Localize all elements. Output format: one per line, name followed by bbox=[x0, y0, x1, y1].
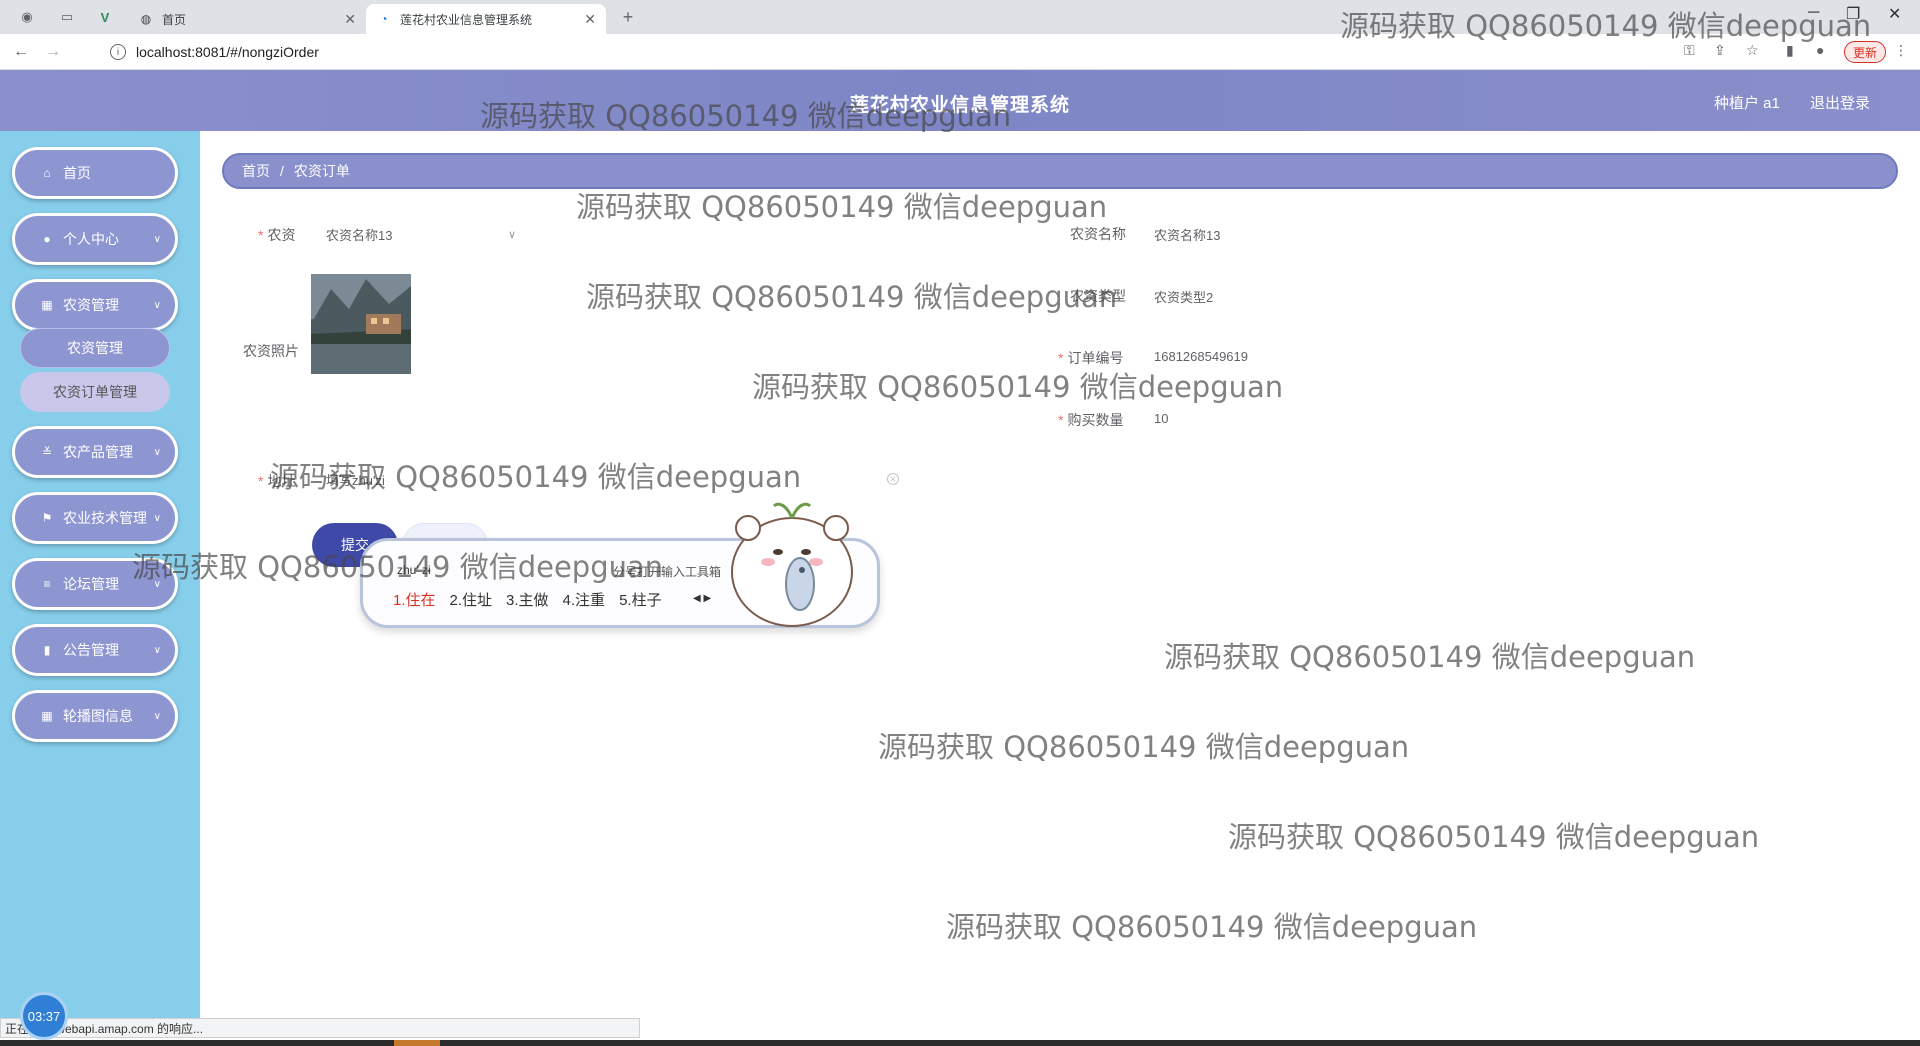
vue-tab-icon[interactable]: V bbox=[90, 6, 120, 28]
back-icon[interactable]: ← bbox=[10, 41, 32, 63]
globe-icon: ◍ bbox=[140, 12, 152, 26]
github-tab-icon[interactable]: ◉ bbox=[12, 6, 42, 28]
info-icon[interactable]: i bbox=[110, 44, 126, 60]
chevron-down-icon: ∨ bbox=[153, 512, 161, 524]
watermark: 源码获取 QQ86050149 微信deepguan bbox=[132, 550, 664, 584]
watermark: 源码获取 QQ86050149 微信deepguan bbox=[1340, 9, 1872, 43]
sidebar-item-nongzi[interactable]: ▦ 农资管理 ∨ bbox=[12, 279, 178, 331]
watermark: 源码获取 QQ86050149 微信deepguan bbox=[480, 99, 1012, 133]
name-label: 农资名称 bbox=[1070, 226, 1126, 242]
sidebar-item-product[interactable]: ≚ 农产品管理 ∨ bbox=[12, 426, 178, 478]
more-menu-icon[interactable]: ⋮ bbox=[1894, 42, 1908, 59]
submenu-nongzi-manage[interactable]: 农资管理 bbox=[20, 328, 170, 368]
nongzi-select[interactable]: 农资名称13 ∨ bbox=[316, 218, 522, 250]
tab-active[interactable]: ◔ 莲花村农业信息管理系统 ✕ bbox=[366, 4, 606, 34]
app-favicon-icon: ◔ bbox=[380, 12, 388, 26]
clear-icon[interactable]: ✕ bbox=[887, 473, 899, 485]
chevron-down-icon: ∨ bbox=[507, 228, 516, 241]
nongzi-label: * 农资 bbox=[258, 227, 296, 243]
tab-home[interactable]: ◍ 首页 ✕ bbox=[128, 4, 366, 34]
taskbar-active-app[interactable] bbox=[394, 1040, 440, 1046]
chevron-down-icon: ∨ bbox=[153, 446, 161, 458]
logout-link[interactable]: 退出登录 bbox=[1810, 92, 1870, 113]
forward-icon[interactable]: → bbox=[42, 41, 64, 63]
watermark: 源码获取 QQ86050149 微信deepguan bbox=[1228, 820, 1760, 854]
list-icon: ≡ bbox=[43, 577, 51, 591]
chevron-down-icon: ∨ bbox=[153, 299, 161, 311]
sidebar-item-carousel[interactable]: ▦ 轮播图信息 ∨ bbox=[12, 690, 178, 742]
photo-image bbox=[311, 274, 411, 374]
current-user: 种植户 a1 bbox=[1714, 95, 1780, 112]
bar-chart-icon: ▮ bbox=[43, 643, 51, 657]
grid-icon: ▦ bbox=[41, 298, 53, 312]
watermark: 源码获取 QQ86050149 微信deepguan bbox=[576, 190, 1108, 224]
qty-value: 10 bbox=[1154, 411, 1169, 426]
ime-candidate[interactable]: 1.住在 bbox=[393, 589, 436, 610]
floating-clock[interactable]: 03:37 bbox=[20, 992, 68, 1040]
order-value: 1681268549619 bbox=[1154, 349, 1248, 364]
ime-candidate[interactable]: 2.住址 bbox=[450, 589, 493, 610]
qty-label: * 购买数量 bbox=[1058, 412, 1124, 428]
ime-candidate[interactable]: 5.柱子 bbox=[619, 589, 662, 610]
ime-candidate[interactable]: 4.注重 bbox=[563, 589, 606, 610]
breadcrumb-current: 农资订单 bbox=[293, 163, 350, 179]
new-tab-button[interactable]: + bbox=[616, 6, 640, 28]
ime-page-arrows-icon[interactable]: ◀ ▶ bbox=[693, 593, 711, 604]
nongzi-photo bbox=[311, 274, 411, 374]
sidebar-item-home[interactable]: ⌂ 首页 bbox=[12, 147, 178, 199]
browser-status-bar: 正在等待 webapi.amap.com 的响应... bbox=[0, 1018, 640, 1038]
sidebar-item-profile[interactable]: ● 个人中心 ∨ bbox=[12, 213, 178, 265]
chevron-down-icon: ∨ bbox=[153, 644, 161, 656]
sidebar-item-tech[interactable]: ⚑ 农业技术管理 ∨ bbox=[12, 492, 178, 544]
chevron-down-icon: ∨ bbox=[153, 710, 161, 722]
user-icon: ● bbox=[43, 232, 51, 246]
watermark: 源码获取 QQ86050149 微信deepguan bbox=[1164, 640, 1696, 674]
home-icon: ⌂ bbox=[43, 166, 51, 180]
close-icon[interactable]: ✕ bbox=[584, 11, 596, 28]
close-icon[interactable]: ✕ bbox=[344, 11, 356, 28]
type-value: 农资类型2 bbox=[1154, 290, 1214, 305]
grid-icon: ▦ bbox=[41, 709, 53, 723]
sliders-icon: ≚ bbox=[41, 445, 53, 459]
chevron-down-icon: ∨ bbox=[153, 233, 161, 245]
sidebar-item-notice[interactable]: ▮ 公告管理 ∨ bbox=[12, 624, 178, 676]
blank-tab-icon[interactable]: ▭ bbox=[52, 6, 82, 28]
watermark: 源码获取 QQ86050149 微信deepguan bbox=[878, 730, 1410, 764]
ime-candidates: 1.住在 2.住址 3.主做 4.注重 5.柱子 bbox=[393, 589, 676, 610]
watermark: 源码获取 QQ86050149 微信deepguan bbox=[586, 280, 1118, 314]
ime-candidate[interactable]: 3.主做 bbox=[506, 589, 549, 610]
watermark: 源码获取 QQ86050149 微信deepguan bbox=[946, 910, 1478, 944]
ime-mascot-bear bbox=[731, 502, 853, 627]
watermark: 源码获取 QQ86050149 微信deepguan bbox=[270, 460, 802, 494]
watermark: 源码获取 QQ86050149 微信deepguan bbox=[752, 370, 1284, 404]
photo-label: 农资照片 bbox=[243, 343, 299, 359]
os-taskbar bbox=[0, 1040, 1920, 1046]
name-value: 农资名称13 bbox=[1154, 228, 1221, 243]
breadcrumb-separator: / bbox=[280, 163, 284, 179]
breadcrumb-home[interactable]: 首页 bbox=[242, 161, 270, 181]
flag-icon: ⚑ bbox=[41, 511, 53, 525]
submenu-nongzi-order[interactable]: 农资订单管理 bbox=[20, 372, 170, 412]
close-window-icon[interactable]: ✕ bbox=[1888, 4, 1901, 24]
